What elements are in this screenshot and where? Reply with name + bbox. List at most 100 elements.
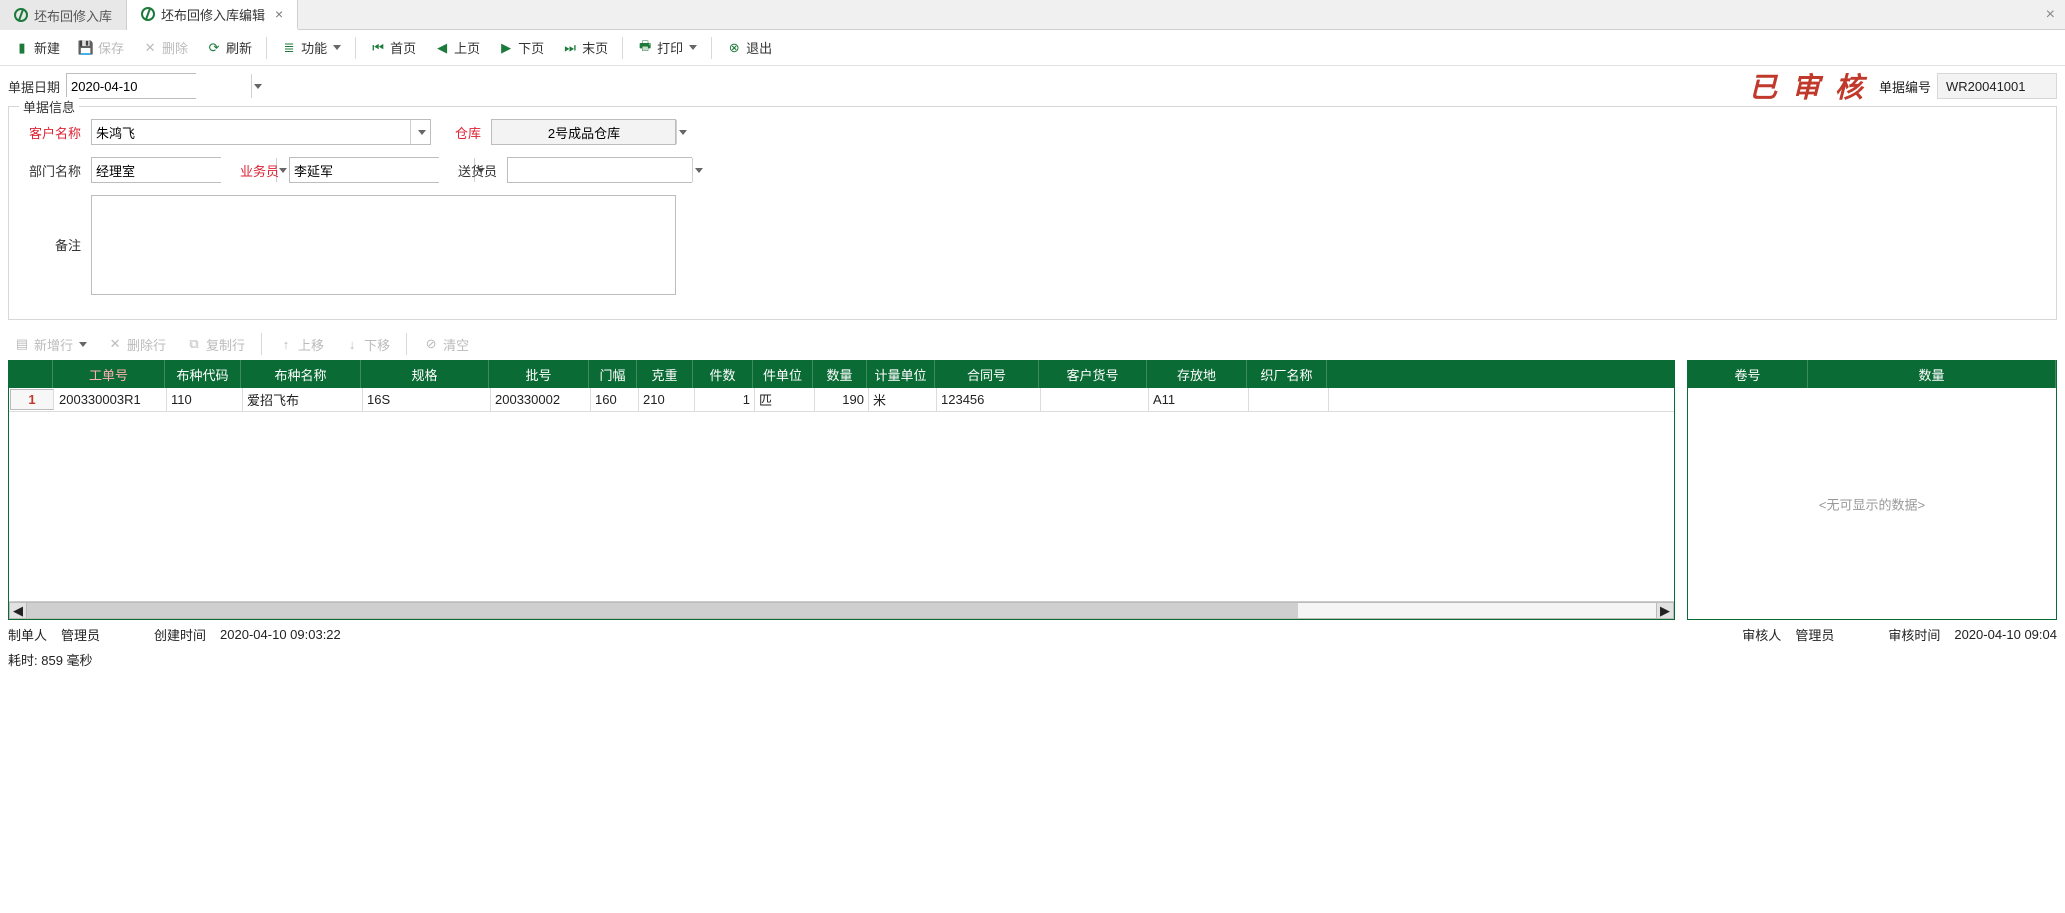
column-header[interactable]: 克重 [637,360,693,388]
close-icon[interactable]: × [275,6,283,22]
docno-label: 单据编号 [1879,77,1931,96]
cell[interactable] [1249,388,1329,411]
auditor-label: 审核人 [1742,625,1781,644]
functions-button[interactable]: ≣ 功能 [273,34,349,62]
row-index: 1 [10,389,54,410]
column-header[interactable]: 计量单位 [867,360,935,388]
cell[interactable] [1041,388,1149,411]
cell[interactable]: A11 [1149,388,1249,411]
column-header[interactable]: 件单位 [753,360,813,388]
warehouse-combo[interactable] [491,119,676,145]
tab-item-list[interactable]: 坯布回修入库 [0,0,127,30]
cell[interactable]: 米 [869,388,937,411]
refresh-button[interactable]: ⟳ 刷新 [198,34,260,62]
scroll-right-icon[interactable]: ▶ [1656,602,1674,619]
roll-grid: 卷号 数量 <无可显示的数据> [1687,360,2057,620]
tab-item-edit[interactable]: 坯布回修入库编辑 × [127,0,298,30]
cell[interactable]: 1 [695,388,755,411]
column-header[interactable]: 规格 [361,360,489,388]
salesman-input[interactable] [290,158,474,182]
column-header[interactable]: 数量 [1808,360,2056,388]
detail-grid: 工单号 布种代码 布种名称 规格 批号 门幅 克重 件数 件单位 数量 计量单位… [8,360,1675,620]
button-label: 删除 [162,38,188,57]
cell[interactable]: 爱招飞布 [243,388,363,411]
tab-label: 坯布回修入库 [34,6,112,25]
column-header[interactable]: 工单号 [53,360,165,388]
save-button[interactable]: 💾 保存 [70,34,132,62]
cell[interactable]: 200330002 [491,388,591,411]
salesman-combo[interactable] [289,157,439,183]
footer-info: 制单人 管理员 创建时间 2020-04-10 09:03:22 审核人 管理员… [0,620,2065,648]
button-label: 刷新 [226,38,252,57]
dept-combo[interactable] [91,157,221,183]
delete-icon: ✕ [142,40,158,56]
scrollbar-track[interactable] [27,602,1656,619]
date-picker[interactable] [66,73,196,99]
cell[interactable]: 160 [591,388,639,411]
delete-button[interactable]: ✕ 删除 [134,34,196,62]
cell[interactable]: 190 [815,388,869,411]
copy-row-button[interactable]: ⧉ 复制行 [178,331,253,357]
close-all-tabs-icon[interactable]: × [2036,0,2065,29]
chevron-down-icon[interactable] [676,120,687,144]
last-page-button[interactable]: ⏭ 末页 [554,34,616,62]
chevron-down-icon[interactable] [410,120,430,144]
separator [355,37,356,59]
courier-combo[interactable] [507,157,692,183]
remarks-textarea[interactable] [91,195,676,295]
new-button[interactable]: ▮ 新建 [6,34,68,62]
prev-page-button[interactable]: ◀ 上页 [426,34,488,62]
exit-button[interactable]: ⊗ 退出 [718,34,780,62]
cell[interactable]: 匹 [755,388,815,411]
date-label: 单据日期 [8,77,60,96]
column-header[interactable]: 件数 [693,360,753,388]
button-label: 下移 [364,335,390,354]
clear-button[interactable]: ⊘ 清空 [415,331,477,357]
first-page-button[interactable]: ⏮ 首页 [362,34,424,62]
horizontal-scrollbar[interactable]: ◀ ▶ [9,601,1674,619]
elapsed-label: 耗时: [8,653,38,668]
scrollbar-thumb[interactable] [27,603,1298,618]
auditor-value: 管理员 [1795,625,1834,644]
cell[interactable]: 110 [167,388,243,411]
cell[interactable]: 123456 [937,388,1041,411]
column-header[interactable]: 存放地 [1147,360,1247,388]
column-header[interactable]: 批号 [489,360,589,388]
chevron-down-icon [333,45,341,50]
column-header[interactable]: 客户货号 [1039,360,1147,388]
warehouse-input[interactable] [492,120,676,144]
column-header[interactable]: 布种名称 [241,360,361,388]
chevron-down-icon[interactable] [251,74,262,98]
separator [261,333,262,355]
column-header[interactable]: 布种代码 [165,360,241,388]
column-header[interactable]: 织厂名称 [1247,360,1327,388]
button-label: 上移 [298,335,324,354]
column-header[interactable]: 卷号 [1688,360,1808,388]
arrow-up-icon: ↑ [278,336,294,352]
grid-body[interactable]: 1 200330003R1 110 爱招飞布 16S 200330002 160… [9,388,1674,601]
cell[interactable]: 200330003R1 [55,388,167,411]
cell[interactable]: 16S [363,388,491,411]
customer-combo[interactable] [91,119,431,145]
courier-input[interactable] [508,158,692,182]
move-up-button[interactable]: ↑ 上移 [270,331,332,357]
separator [711,37,712,59]
chevron-down-icon[interactable] [692,158,703,182]
add-row-button[interactable]: ▤ 新增行 [6,331,95,357]
cell[interactable]: 210 [639,388,695,411]
next-page-button[interactable]: ▶ 下页 [490,34,552,62]
print-button[interactable]: 🖶 打印 [629,34,705,62]
delete-row-button[interactable]: ✕ 删除行 [99,331,174,357]
scroll-left-icon[interactable]: ◀ [9,602,27,619]
column-header[interactable]: 数量 [813,360,867,388]
column-header[interactable]: 门幅 [589,360,637,388]
move-down-button[interactable]: ↓ 下移 [336,331,398,357]
date-input[interactable] [67,74,251,98]
create-time-value: 2020-04-10 09:03:22 [220,627,341,642]
table-row[interactable]: 1 200330003R1 110 爱招飞布 16S 200330002 160… [9,388,1674,412]
empty-message: <无可显示的数据> [1819,494,1925,513]
grid-body[interactable]: <无可显示的数据> [1688,388,2056,619]
customer-input[interactable] [92,120,410,144]
arrow-down-icon: ↓ [344,336,360,352]
column-header[interactable]: 合同号 [935,360,1039,388]
